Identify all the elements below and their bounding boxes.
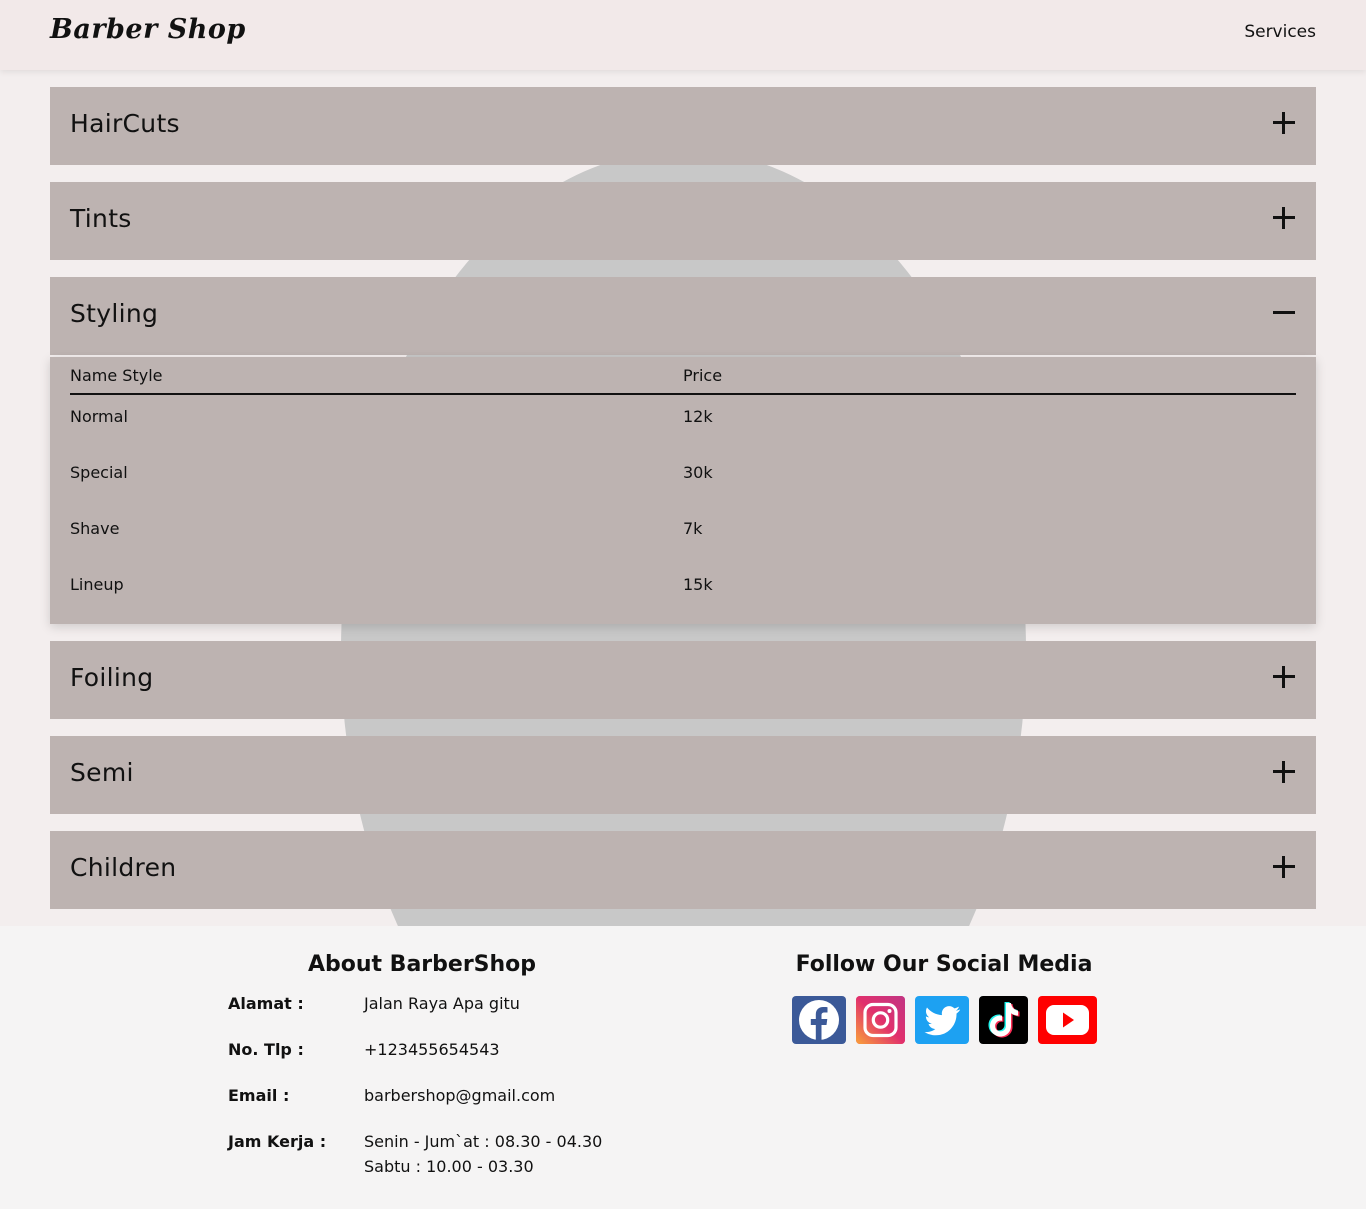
accordion-title: Tints xyxy=(70,204,132,233)
table-row: Normal 12k xyxy=(70,397,1296,453)
accordion-title: Foiling xyxy=(70,663,154,692)
address-label: Alamat : xyxy=(228,994,304,1013)
style-name: Shave xyxy=(70,519,120,538)
phone-value: +123455654543 xyxy=(364,1040,500,1059)
social-title: Follow Our Social Media xyxy=(795,952,1093,977)
tiktok-icon xyxy=(988,1002,1020,1038)
youtube-link[interactable] xyxy=(1038,996,1097,1044)
table-row: Shave 7k xyxy=(70,509,1296,565)
plus-icon[interactable] xyxy=(1272,855,1296,879)
style-price: 15k xyxy=(683,575,713,594)
accordion-title: HairCuts xyxy=(70,109,180,138)
accordion-item-tints[interactable]: Tints xyxy=(50,182,1316,260)
style-name: Special xyxy=(70,463,128,482)
plus-icon[interactable] xyxy=(1272,111,1296,135)
table-header: Name Style Price xyxy=(70,357,1296,395)
column-header-price: Price xyxy=(683,366,723,385)
twitter-icon xyxy=(924,1006,961,1036)
facebook-link[interactable] xyxy=(792,996,846,1044)
accordion-title: Semi xyxy=(70,758,134,787)
style-name: Lineup xyxy=(70,575,124,594)
style-name: Normal xyxy=(70,407,128,426)
style-price: 12k xyxy=(683,407,713,426)
navbar: Barber Shop Services xyxy=(0,0,1366,70)
youtube-icon xyxy=(1046,1005,1089,1035)
email-value: barbershop@gmail.com xyxy=(364,1086,556,1105)
table-row: Special 30k xyxy=(70,453,1296,509)
hours-label: Jam Kerja : xyxy=(228,1132,327,1151)
hours-weekday: Senin - Jum`at : 08.30 - 04.30 xyxy=(364,1132,603,1151)
accordion-item-styling[interactable]: Styling xyxy=(50,277,1316,355)
hours-saturday: Sabtu : 10.00 - 03.30 xyxy=(364,1157,534,1176)
accordion-item-children[interactable]: Children xyxy=(50,831,1316,909)
email-label: Email : xyxy=(228,1086,290,1105)
about-title: About BarberShop xyxy=(307,952,537,977)
facebook-icon xyxy=(799,1000,839,1040)
accordion-item-haircuts[interactable]: HairCuts xyxy=(50,87,1316,165)
plus-icon[interactable] xyxy=(1272,206,1296,230)
phone-label: No. Tlp : xyxy=(228,1040,304,1059)
plus-icon[interactable] xyxy=(1272,665,1296,689)
column-header-name-style: Name Style xyxy=(70,366,163,385)
accordion-title: Styling xyxy=(70,299,159,328)
style-price: 30k xyxy=(683,463,713,482)
footer: About BarberShop Alamat : Jalan Raya Apa… xyxy=(0,926,1366,1209)
accordion-title: Children xyxy=(70,853,177,882)
address-value: Jalan Raya Apa gitu xyxy=(364,994,520,1013)
accordion-item-semi[interactable]: Semi xyxy=(50,736,1316,814)
nav-link-services[interactable]: Services xyxy=(1244,22,1316,42)
twitter-link[interactable] xyxy=(915,996,969,1044)
minus-icon[interactable] xyxy=(1272,301,1296,325)
instagram-icon xyxy=(856,996,905,1044)
accordion-item-foiling[interactable]: Foiling xyxy=(50,641,1316,719)
plus-icon[interactable] xyxy=(1272,760,1296,784)
brand-logo[interactable]: Barber Shop xyxy=(50,14,246,45)
styling-panel: Name Style Price Normal 12k Special 30k … xyxy=(50,357,1316,624)
tiktok-link[interactable] xyxy=(979,996,1028,1044)
table-row: Lineup 15k xyxy=(70,565,1296,621)
instagram-link[interactable] xyxy=(856,996,905,1044)
services-section: HairCuts Tints Styling Name Style Price … xyxy=(0,70,1366,926)
style-price: 7k xyxy=(683,519,703,538)
